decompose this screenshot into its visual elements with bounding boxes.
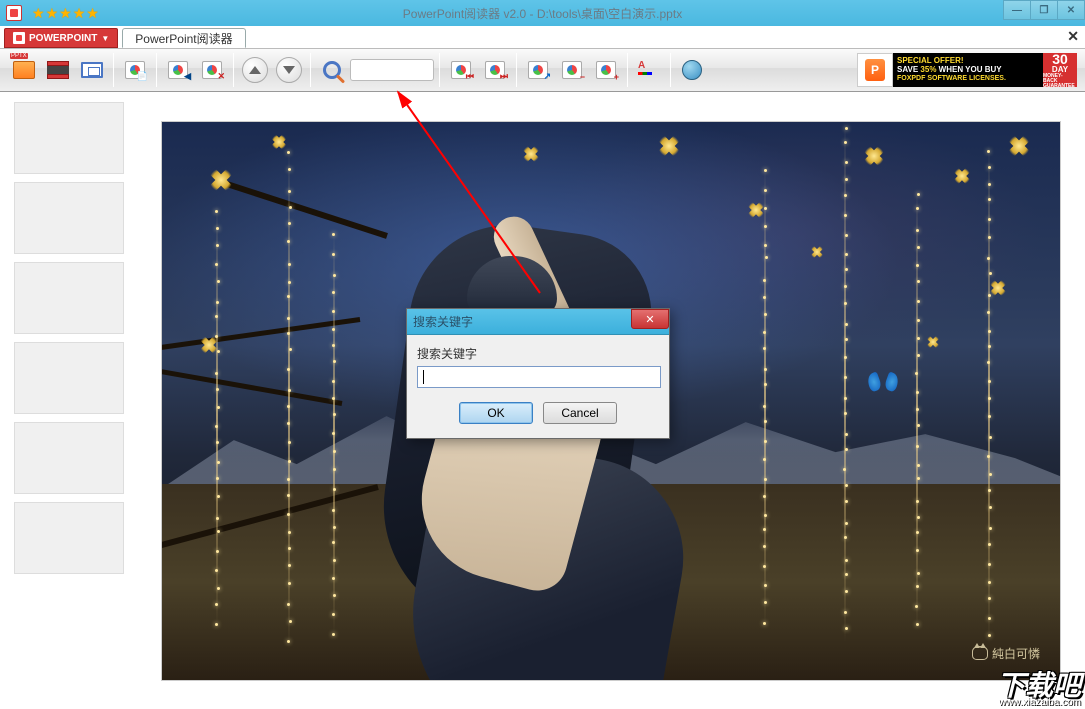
- promo-line3: FOXPDF SOFTWARE LICENSES.: [897, 75, 1039, 83]
- separator: [113, 53, 114, 87]
- search-button[interactable]: [316, 54, 348, 86]
- slide-add-icon: +: [596, 61, 616, 79]
- slide-thumbnail[interactable]: [14, 342, 124, 414]
- promo-badge: 30 DAY MONEY-BACK GUARANTEE: [1043, 53, 1077, 87]
- separator: [627, 53, 628, 87]
- window-title: PowerPoint阅读器 v2.0 - D:\tools\桌面\空白演示.pp…: [0, 5, 1085, 22]
- slide-thumbnail[interactable]: [14, 502, 124, 574]
- print-icon: [47, 61, 69, 79]
- first-slide-button[interactable]: ⏮: [445, 54, 477, 86]
- butterfly-icon: [868, 373, 898, 397]
- toolbar: 📄 ◀ ✕ ⏮ ⏭ ↗ − + A P SPECIAL OFFER! SAVE …: [0, 48, 1085, 92]
- goto-slide-button[interactable]: ↗: [522, 54, 554, 86]
- slide-thumbnail[interactable]: [14, 182, 124, 254]
- slide-remove-icon: −: [562, 61, 582, 79]
- arrow-down-icon: [276, 57, 302, 83]
- slide-thumbnail[interactable]: [14, 262, 124, 334]
- slide-close-icon: ✕: [202, 61, 222, 79]
- slideshow-icon: [81, 62, 103, 78]
- search-keyword-input[interactable]: [417, 366, 661, 388]
- cancel-button[interactable]: Cancel: [543, 402, 617, 424]
- slide-thumbnail[interactable]: [14, 422, 124, 494]
- powerpoint-icon: [13, 32, 25, 44]
- open-file-button[interactable]: [8, 54, 40, 86]
- promo-banner[interactable]: P SPECIAL OFFER! SAVE 35% WHEN YOU BUY F…: [857, 53, 1077, 87]
- prev-slide-config-button[interactable]: ◀: [162, 54, 194, 86]
- globe-icon: [682, 60, 702, 80]
- close-slide-button[interactable]: ✕: [196, 54, 228, 86]
- slide-last-icon: ⏭: [485, 61, 505, 79]
- star-icon: ★: [86, 5, 99, 22]
- star-icon: ★: [73, 5, 86, 22]
- app-menu-label: POWERPOINT: [29, 33, 97, 44]
- app-icon: [6, 5, 22, 21]
- star-icon: ★: [46, 5, 59, 22]
- dialog-title: 搜索关键字: [413, 313, 473, 330]
- web-button[interactable]: [676, 54, 708, 86]
- star-icon: ★: [32, 5, 45, 22]
- last-slide-button[interactable]: ⏭: [479, 54, 511, 86]
- close-button[interactable]: ✕: [1057, 0, 1085, 20]
- thumbnail-panel: [0, 92, 137, 709]
- promo-icon: P: [857, 53, 893, 87]
- slide-first-icon: ⏮: [451, 61, 471, 79]
- slideshow-button[interactable]: [76, 54, 108, 86]
- open-file-icon: [13, 61, 35, 79]
- document-tab[interactable]: PowerPoint阅读器: [122, 28, 245, 48]
- separator: [156, 53, 157, 87]
- slide-thumbnail[interactable]: [14, 102, 124, 174]
- chevron-down-icon: ▼: [101, 34, 109, 43]
- rating-stars: ★ ★ ★ ★ ★: [32, 5, 99, 22]
- tab-strip: POWERPOINT ▼ PowerPoint阅读器 ✕: [0, 26, 1085, 48]
- tab-label: PowerPoint阅读器: [135, 30, 232, 47]
- language-icon: A: [638, 60, 660, 80]
- search-dialog: 搜索关键字 ✕ 搜索关键字 OK Cancel: [406, 308, 670, 439]
- minimize-button[interactable]: —: [1003, 0, 1031, 20]
- close-tab-button[interactable]: ✕: [1067, 28, 1079, 45]
- slide-add-button[interactable]: +: [590, 54, 622, 86]
- separator: [233, 53, 234, 87]
- maximize-button[interactable]: ❐: [1030, 0, 1058, 20]
- dialog-label: 搜索关键字: [417, 345, 659, 362]
- slide-prev-icon: ◀: [168, 61, 188, 79]
- separator: [670, 53, 671, 87]
- print-button[interactable]: [42, 54, 74, 86]
- slide-goto-icon: ↗: [528, 61, 548, 79]
- dialog-titlebar[interactable]: 搜索关键字 ✕: [407, 309, 669, 335]
- search-input[interactable]: [350, 59, 434, 81]
- site-watermark: 下载吧 www.xiazaiba.com: [997, 673, 1081, 707]
- star-icon: ★: [59, 5, 72, 22]
- export-csv-button[interactable]: 📄: [119, 54, 151, 86]
- slide-csv-icon: 📄: [125, 61, 145, 79]
- app-menu-button[interactable]: POWERPOINT ▼: [4, 28, 118, 48]
- arrow-up-icon: [242, 57, 268, 83]
- promo-text: SPECIAL OFFER! SAVE 35% WHEN YOU BUY FOX…: [893, 53, 1043, 87]
- separator: [310, 53, 311, 87]
- window-controls: — ❐ ✕: [1004, 0, 1085, 20]
- language-button[interactable]: A: [633, 54, 665, 86]
- page-up-button[interactable]: [239, 54, 271, 86]
- slide-signature: 純白可憐: [972, 645, 1040, 662]
- ok-button[interactable]: OK: [459, 402, 533, 424]
- search-icon: [323, 61, 341, 79]
- separator: [516, 53, 517, 87]
- separator: [439, 53, 440, 87]
- page-down-button[interactable]: [273, 54, 305, 86]
- slide-remove-button[interactable]: −: [556, 54, 588, 86]
- dialog-close-button[interactable]: ✕: [631, 309, 669, 329]
- titlebar: ★ ★ ★ ★ ★ PowerPoint阅读器 v2.0 - D:\tools\…: [0, 0, 1085, 26]
